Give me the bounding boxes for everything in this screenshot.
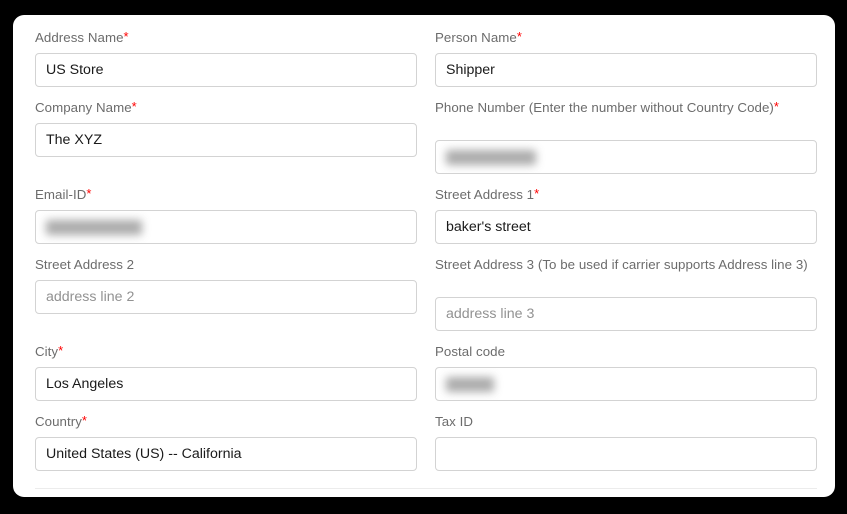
field-email-id: Email-ID*: [35, 186, 417, 244]
required-marker: *: [58, 343, 64, 358]
label-street-address-2: Street Address 2: [35, 257, 135, 272]
required-marker: *: [123, 29, 129, 44]
required-marker: *: [81, 413, 88, 428]
label-country: Country*: [35, 413, 88, 429]
input-person-name[interactable]: Shipper: [435, 53, 817, 87]
redacted-value: [446, 377, 494, 392]
input-street-address-3[interactable]: address line 3: [435, 297, 817, 331]
label-address-name: Address Name*: [35, 29, 129, 45]
required-marker: *: [131, 99, 137, 114]
input-company-name[interactable]: The XYZ: [35, 123, 417, 157]
field-city: City* Los Angeles: [35, 343, 417, 401]
input-postal-code[interactable]: [435, 367, 817, 401]
label-email-id: Email-ID*: [35, 186, 92, 202]
field-address-name: Address Name* US Store: [35, 29, 417, 87]
address-form-grid: Address Name* US Store Person Name* Shipper…: [35, 29, 817, 483]
field-street-address-3: Street Address 3 (To be used if carrier …: [435, 256, 817, 331]
required-marker: *: [86, 186, 92, 201]
address-form-card: Address Name* US Store Person Name* Shipper…: [13, 15, 835, 497]
input-city[interactable]: Los Angeles: [35, 367, 417, 401]
address-form-body: Address Name* US Store Person Name* Shipper…: [13, 15, 835, 483]
label-tax-id: Tax ID: [435, 414, 473, 429]
field-country: Country* United States (US) -- California: [35, 413, 417, 471]
card-footer-divider: [35, 488, 817, 489]
required-marker: *: [534, 186, 540, 201]
label-city: City*: [35, 343, 64, 359]
redacted-value: [446, 150, 536, 165]
input-tax-id[interactable]: [435, 437, 817, 471]
screen: Address Name* US Store Person Name* Shipper…: [0, 0, 847, 514]
redacted-value: [46, 220, 142, 235]
input-email-id[interactable]: [35, 210, 417, 244]
required-marker: *: [516, 29, 522, 44]
label-phone-number: Phone Number (Enter the number without C…: [435, 99, 779, 115]
input-street-address-1[interactable]: baker's street: [435, 210, 817, 244]
label-company-name: Company Name*: [35, 99, 137, 115]
input-country[interactable]: United States (US) -- California: [35, 437, 417, 471]
label-street-address-1: Street Address 1*: [435, 186, 540, 202]
input-phone-number[interactable]: [435, 140, 817, 174]
field-street-address-2: Street Address 2 address line 2: [35, 256, 417, 331]
input-address-name[interactable]: US Store: [35, 53, 417, 87]
field-phone-number: Phone Number (Enter the number without C…: [435, 99, 817, 174]
label-postal-code: Postal code: [435, 344, 506, 359]
input-street-address-2[interactable]: address line 2: [35, 280, 417, 314]
field-person-name: Person Name* Shipper: [435, 29, 817, 87]
label-street-address-3: Street Address 3 (To be used if carrier …: [435, 257, 808, 272]
field-postal-code: Postal code: [435, 343, 817, 401]
field-street-address-1: Street Address 1* baker's street: [435, 186, 817, 244]
required-marker: *: [773, 99, 779, 114]
field-company-name: Company Name* The XYZ: [35, 99, 417, 174]
field-tax-id: Tax ID: [435, 413, 817, 471]
label-person-name: Person Name*: [435, 29, 522, 45]
